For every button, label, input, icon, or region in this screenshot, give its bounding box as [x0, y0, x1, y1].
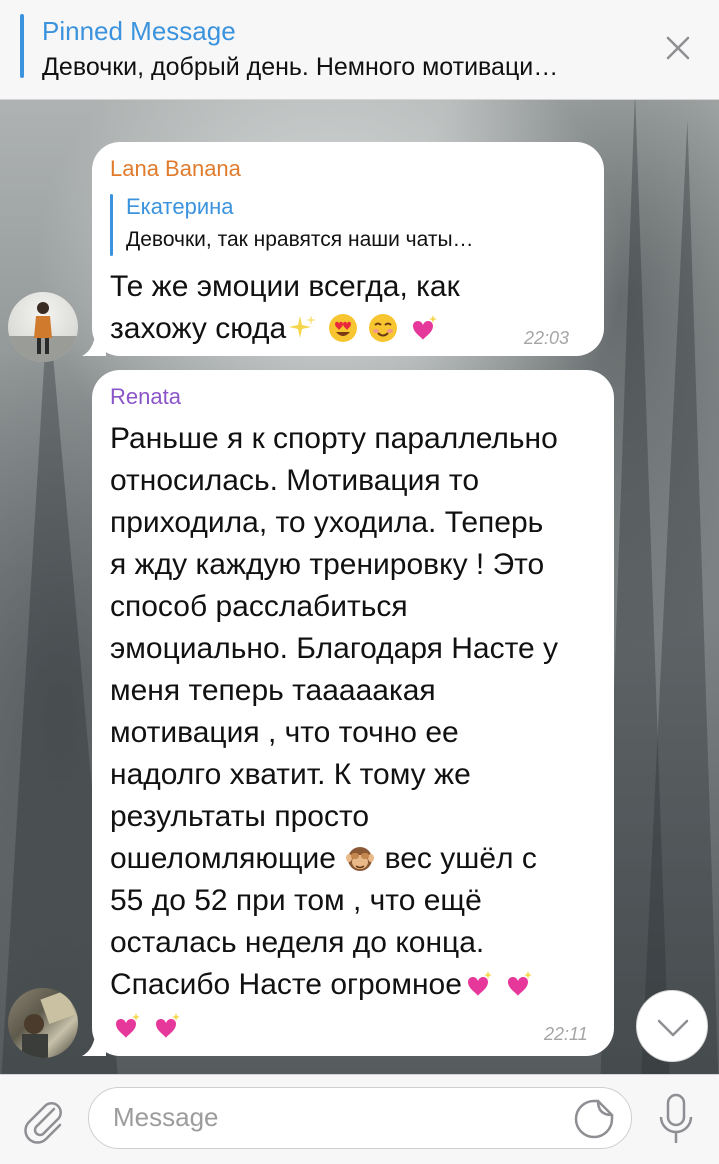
heart-eyes-icon [328, 314, 357, 342]
message-line: мотивация , что точно ее [110, 716, 459, 749]
sparkling-heart-icon [508, 971, 533, 996]
sparkling-heart-icon [116, 1013, 140, 1038]
message-line: относилась. Мотивация то [110, 464, 480, 497]
message-line: надолго хватит. К тому же [110, 758, 471, 791]
message-line: Спасибо Насте огромное [110, 968, 462, 1001]
message-line: приходила, то уходила. Теперь [110, 506, 544, 539]
message-time: 22:03 [524, 328, 570, 348]
reply-quote[interactable]: Екатерина Девочки, так нравятся наши чат… [110, 190, 590, 258]
pinned-accent-bar [20, 14, 24, 78]
avatar-lana-banana[interactable] [8, 292, 78, 362]
sparkling-heart-icon [156, 1013, 181, 1038]
sparkling-heart-icon [413, 315, 438, 340]
sender-name[interactable]: Lana Banana [110, 156, 241, 182]
message-text: Раньше я к спорту параллельно относилась… [110, 418, 604, 1048]
sender-name[interactable]: Renata [110, 384, 181, 410]
message-line: захожу сюда [110, 312, 287, 345]
bubble-tail [82, 1030, 106, 1056]
message-line: эмоциально. Благодаря Насте у [110, 632, 559, 665]
sparkling-heart-icon [467, 971, 492, 996]
message-line: Те же эмоции всегда, как [110, 270, 460, 303]
message-line: вес ушёл с [376, 842, 537, 875]
message-bubble[interactable]: Renata Раньше я к спорту параллельно отн… [92, 370, 614, 1056]
message-line: меня теперь тааааакая [110, 674, 436, 707]
see-no-evil-monkey-icon [346, 847, 375, 871]
message-line: результаты просто [110, 800, 370, 833]
message-time: 22:11 [544, 1024, 588, 1044]
message-line: Раньше я к спорту параллельно [110, 422, 558, 455]
pinned-message-bar[interactable]: Pinned Message Девочки, добрый день. Нем… [0, 0, 719, 100]
message-input[interactable]: Message [88, 1087, 632, 1149]
paperclip-icon[interactable] [20, 1095, 66, 1145]
avatar-photo [22, 989, 76, 1058]
message-input-bar: Message [0, 1074, 719, 1164]
pinned-text: Девочки, добрый день. Немного мотиваци… [42, 53, 559, 81]
reply-author: Екатерина [126, 194, 234, 219]
scroll-to-bottom-button[interactable] [636, 990, 708, 1062]
smiling-blush-icon [368, 314, 397, 342]
close-icon[interactable] [660, 30, 696, 66]
reply-text: Девочки, так нравятся наши чаты… [126, 228, 474, 251]
message-line: способ расслабиться [110, 590, 408, 623]
message-line: 55 до 52 при том , что ещё [110, 884, 482, 917]
sticker-icon[interactable] [573, 1098, 615, 1140]
microphone-icon[interactable] [656, 1091, 696, 1147]
message-line: я жду каждую тренировку ! Это [110, 548, 545, 581]
bubble-tail [82, 330, 106, 356]
message-bubble[interactable]: Lana Banana Екатерина Девочки, так нравя… [92, 142, 604, 356]
message-line: ошеломляющие [110, 842, 336, 875]
reply-accent-bar [110, 194, 113, 256]
message-line: осталась неделя до конца. [110, 926, 485, 959]
message-text: Те же эмоции всегда, как захожу сюда [110, 266, 580, 350]
avatar-renata[interactable] [8, 988, 78, 1058]
sparkles-icon [289, 315, 317, 338]
message-input-placeholder: Message [113, 1102, 219, 1132]
avatar-photo [8, 302, 78, 362]
pinned-title: Pinned Message [42, 16, 236, 46]
chevron-down-icon [657, 1019, 689, 1037]
